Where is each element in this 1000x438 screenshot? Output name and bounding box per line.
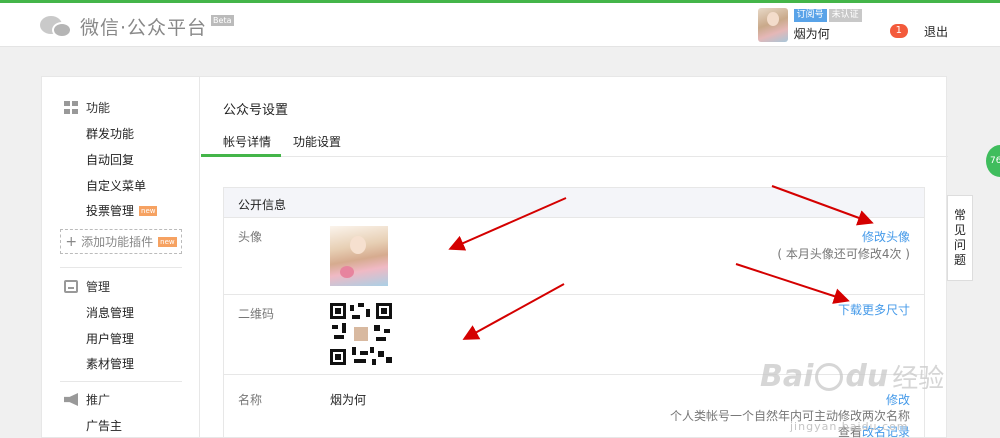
- sidebar-item-advertiser[interactable]: 广告主: [86, 417, 122, 434]
- sidebar-item-custom-menu[interactable]: 自定义菜单: [86, 177, 146, 194]
- download-sizes-link[interactable]: 下载更多尺寸: [838, 301, 910, 318]
- qrcode-label: 二维码: [238, 307, 275, 321]
- user-name[interactable]: 烟为何: [794, 25, 862, 42]
- sidebar-group-promote: 推广: [64, 391, 110, 408]
- sidebar-item-user-manage[interactable]: 用户管理: [86, 330, 134, 347]
- avatar-row: 头像 修改头像 ( 本月头像还可修改4次 ): [224, 218, 924, 295]
- paw-icon: [815, 362, 844, 391]
- account-avatar-image: [330, 226, 388, 286]
- grid-icon: [64, 101, 78, 114]
- qrcode-center-avatar: [353, 326, 369, 342]
- beta-badge: Beta: [211, 15, 234, 26]
- faq-char: 问: [953, 238, 966, 252]
- horn-icon: [64, 393, 78, 406]
- tab-account-details[interactable]: 帐号详情: [223, 133, 271, 150]
- user-area: 订阅号 未认证 烟为何 1 退出: [757, 8, 948, 42]
- sidebar-divider: [60, 267, 182, 268]
- sidebar: 功能 群发功能 自动回复 自定义菜单 投票管理 new + 添加功能插件 new…: [42, 77, 200, 438]
- sidebar-item-mass-send[interactable]: 群发功能: [86, 125, 134, 142]
- logo[interactable]: 微信·公众平台 Beta: [40, 13, 234, 40]
- faq-char: 常: [953, 208, 966, 222]
- floating-green-widget[interactable]: 76: [986, 145, 1000, 177]
- sidebar-item-message-manage[interactable]: 消息管理: [86, 304, 134, 321]
- avatar-change-note: ( 本月头像还可修改4次 ): [777, 247, 910, 261]
- active-tab-indicator: [201, 154, 281, 157]
- qrcode-image: [330, 303, 392, 365]
- baidu-watermark: Bai du 经验: [760, 359, 945, 394]
- faq-float-button[interactable]: 常 见 问 题: [947, 195, 973, 281]
- section-title: 公开信息: [224, 188, 924, 218]
- name-label: 名称: [238, 393, 263, 407]
- logout-link[interactable]: 退出: [924, 23, 948, 40]
- new-badge: new: [139, 205, 158, 216]
- account-type-badge: 订阅号: [793, 8, 827, 22]
- verify-status-badge: 未认证: [828, 8, 862, 22]
- page-title: 公众号设置: [223, 103, 289, 118]
- sidebar-group-function: 功能: [64, 99, 110, 116]
- wechat-logo-icon: [40, 14, 74, 40]
- plus-icon: +: [65, 233, 78, 250]
- sidebar-divider: [60, 381, 182, 382]
- logo-text: 微信·公众平台: [80, 17, 208, 39]
- tab-function-settings[interactable]: 功能设置: [293, 133, 341, 150]
- faq-char: 题: [953, 253, 966, 267]
- header: 微信·公众平台 Beta 订阅号 未认证 烟为何 1 退出: [0, 3, 1000, 47]
- public-info-section: 公开信息 头像 修改头像 ( 本月头像还可修改4次 ) 二维码 下载更多尺寸 名…: [223, 187, 925, 438]
- sidebar-item-auto-reply[interactable]: 自动回复: [86, 151, 134, 168]
- sidebar-group-manage: 管理: [64, 278, 110, 295]
- sidebar-item-vote-manage[interactable]: 投票管理 new: [86, 202, 158, 219]
- sidebar-item-material-manage[interactable]: 素材管理: [86, 355, 134, 372]
- change-avatar-link[interactable]: 修改头像: [862, 228, 910, 245]
- notice-count-badge[interactable]: 1: [889, 24, 908, 38]
- tab-bar: 帐号详情 功能设置: [201, 125, 948, 157]
- avatar[interactable]: [757, 8, 788, 42]
- faq-char: 见: [953, 223, 966, 237]
- avatar-label: 头像: [238, 230, 263, 244]
- user-info: 订阅号 未认证 烟为何: [793, 8, 862, 42]
- watermark-url: jingyan.baidu.com: [790, 420, 909, 433]
- account-name-value: 烟为何: [330, 393, 367, 407]
- new-badge: new: [158, 236, 177, 247]
- add-plugin-button[interactable]: + 添加功能插件 new: [60, 229, 182, 254]
- tray-icon: [64, 280, 78, 293]
